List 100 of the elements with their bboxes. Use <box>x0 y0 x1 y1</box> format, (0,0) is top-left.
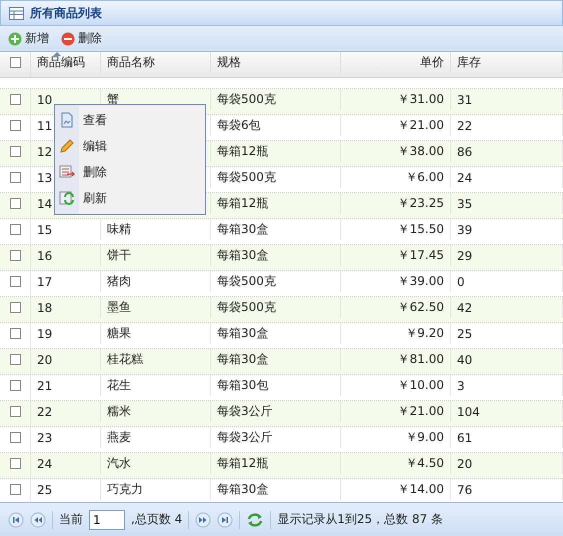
row-checkbox[interactable] <box>10 198 20 209</box>
table-cell: 10 <box>37 92 52 106</box>
table-cell: 29 <box>457 248 472 262</box>
menu-item[interactable]: 编辑 <box>55 133 205 159</box>
panel-title: 所有商品列表 <box>30 4 102 22</box>
last-page-icon[interactable] <box>217 512 234 528</box>
table-cell: 13 <box>37 170 52 184</box>
table-cell: 每箱30盒 <box>217 351 268 368</box>
table-cell: ￥17.45 <box>398 247 444 264</box>
table-cell: ￥23.25 <box>398 195 444 212</box>
table-cell: 19 <box>37 326 52 340</box>
table-cell: 汽水 <box>107 455 131 472</box>
table-cell: ￥6.00 <box>405 169 444 186</box>
table-cell: 每箱30盒 <box>217 325 268 342</box>
table-cell: 16 <box>37 248 52 262</box>
row-checkbox[interactable] <box>10 224 20 235</box>
total-pages: ,总页数 4 <box>131 511 182 528</box>
table-cell: 42 <box>457 300 472 314</box>
table-cell: 21 <box>37 378 52 392</box>
column-header[interactable]: 商品编码 <box>31 52 101 73</box>
column-header[interactable]: 单价 <box>341 52 451 73</box>
table-cell: 猪肉 <box>107 273 131 290</box>
table-cell: 20 <box>37 352 52 366</box>
row-checkbox[interactable] <box>10 172 20 183</box>
table-cell: 每箱12瓶 <box>217 455 268 472</box>
record-info: 显示记录从1到25，总数 87 条 <box>277 511 444 528</box>
column-header[interactable]: 库存 <box>451 52 563 73</box>
table-cell: 燕麦 <box>107 429 131 446</box>
table-cell: 每箱30盒 <box>217 247 268 264</box>
table-cell: 每箱30盒 <box>217 481 268 498</box>
row-checkbox[interactable] <box>10 432 20 443</box>
table-cell: 每袋500克 <box>217 273 276 290</box>
row-checkbox[interactable] <box>10 328 20 339</box>
table-cell: 24 <box>457 170 472 184</box>
row-checkbox[interactable] <box>10 94 20 105</box>
table-cell: 17 <box>37 274 52 288</box>
row-checkbox[interactable] <box>10 484 20 495</box>
table-cell: 15 <box>37 222 52 236</box>
table-cell: 61 <box>457 430 472 444</box>
table-cell: 每袋500克 <box>217 299 276 316</box>
row-checkbox[interactable] <box>10 146 20 157</box>
menu-item[interactable]: 刷新 <box>55 185 205 211</box>
table-cell: ￥81.00 <box>398 351 444 368</box>
table-cell: ￥9.20 <box>405 325 444 342</box>
row-checkbox[interactable] <box>10 354 20 365</box>
table-cell: ￥4.50 <box>405 455 444 472</box>
menu-item[interactable]: 删除 <box>55 159 205 185</box>
table-cell: 25 <box>37 482 52 496</box>
row-checkbox[interactable] <box>10 120 20 131</box>
remove-button[interactable]: 删除 <box>59 28 104 49</box>
first-page-icon[interactable] <box>8 512 24 528</box>
table-cell: 86 <box>457 144 472 158</box>
row-checkbox[interactable] <box>10 276 20 287</box>
table-cell: 每箱12瓶 <box>217 195 268 212</box>
table-cell: 味精 <box>107 221 131 238</box>
table-cell: 11 <box>37 118 52 132</box>
select-all-checkbox[interactable] <box>10 57 20 68</box>
column-header[interactable]: 商品名称 <box>101 52 211 73</box>
menu-item[interactable]: 查看 <box>55 107 205 133</box>
table-cell: 0 <box>457 274 465 288</box>
table-cell: 24 <box>37 456 52 470</box>
table-cell: 每袋500克 <box>217 91 276 108</box>
row-checkbox[interactable] <box>10 250 20 261</box>
table-cell: 76 <box>457 482 472 496</box>
table-cell: ￥31.00 <box>398 91 444 108</box>
table-cell: 糯米 <box>107 403 131 420</box>
next-page-icon[interactable] <box>195 512 212 528</box>
refresh-icon[interactable] <box>246 512 264 528</box>
row-checkbox[interactable] <box>10 406 20 417</box>
table-cell: 25 <box>457 326 472 340</box>
add-button[interactable]: 新增 <box>6 28 51 49</box>
table-cell: 每袋3公斤 <box>217 429 273 446</box>
row-checkbox[interactable] <box>10 458 20 469</box>
table-cell: 18 <box>37 300 52 314</box>
previous-page-icon[interactable] <box>30 512 46 528</box>
column-header[interactable]: 规格 <box>211 52 341 73</box>
table-cell: 每袋500克 <box>217 169 276 186</box>
table-cell: 35 <box>457 196 472 210</box>
table-cell: 每箱30盒 <box>217 221 268 238</box>
table-cell: 12 <box>37 144 52 158</box>
table-cell: 每袋6包 <box>217 117 261 134</box>
page-input[interactable]: 1 <box>89 510 125 530</box>
table-cell: 花生 <box>107 377 131 394</box>
table-cell: 20 <box>457 456 472 470</box>
table-cell: 每袋3公斤 <box>217 403 273 420</box>
table-cell: ￥21.00 <box>398 117 444 134</box>
add-icon <box>8 32 22 46</box>
row-checkbox[interactable] <box>10 302 20 313</box>
row-checkbox[interactable] <box>10 380 20 391</box>
table-cell: ￥15.50 <box>398 221 444 238</box>
table-cell: 巧克力 <box>107 481 143 498</box>
document-icon <box>59 112 75 128</box>
table-cell: ￥10.00 <box>398 377 444 394</box>
page-label: 当前 <box>59 511 83 528</box>
table-cell: 每箱30包 <box>217 377 268 394</box>
pencil-icon <box>59 138 75 154</box>
table-cell: 104 <box>457 404 480 418</box>
table-cell: 14 <box>37 196 52 210</box>
list-arrow-icon <box>59 164 75 180</box>
table-cell: 墨鱼 <box>107 299 131 316</box>
